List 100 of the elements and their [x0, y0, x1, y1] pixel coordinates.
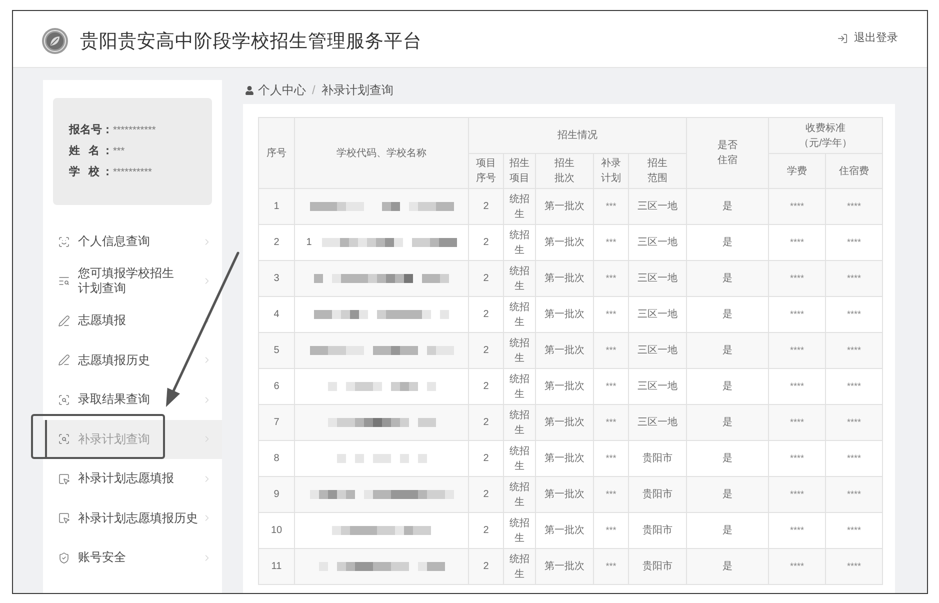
table-cell: 第一批次	[536, 296, 594, 332]
table-cell: ****	[768, 332, 826, 368]
table-cell: ****	[826, 296, 882, 332]
table-cell: 统招生	[504, 404, 536, 440]
breadcrumb-link[interactable]: 个人中心	[258, 81, 306, 99]
round-logo-icon	[42, 28, 68, 54]
table-cell: 三区一地	[628, 332, 686, 368]
column-header: 学校代码、学校名称	[294, 118, 468, 188]
table-cell: ****	[768, 368, 826, 404]
school-code-text: 1	[306, 236, 312, 250]
table-cell: ****	[768, 296, 826, 332]
column-header: 是否住宿	[686, 118, 768, 188]
profile-value: ***	[113, 145, 125, 159]
table-cell: 3	[258, 260, 294, 296]
table-cell: 2	[468, 296, 504, 332]
profile-label: 报名号：	[69, 122, 113, 138]
table-cell: ****	[768, 476, 826, 512]
table-cell: ***	[594, 368, 628, 404]
table-cell: 是	[686, 368, 768, 404]
column-header: 收费标准（元/学年）	[768, 118, 882, 154]
scan-search-icon	[58, 433, 70, 446]
table-cell: 7	[258, 404, 294, 440]
table-cell: 统招生	[504, 440, 536, 476]
table-cell: 统招生	[504, 512, 536, 548]
logout-button[interactable]: 退出登录	[837, 30, 898, 46]
table-cell: 统招生	[504, 296, 536, 332]
table-cell: 是	[686, 332, 768, 368]
table-cell: 统招生	[504, 548, 536, 584]
table-cell: 三区一地	[628, 368, 686, 404]
scan-face-icon	[58, 236, 70, 248]
table-cell: ****	[826, 224, 882, 260]
table-cell: ***	[594, 296, 628, 332]
column-header: 招生范围	[628, 154, 686, 188]
profile-value: ***********	[113, 124, 156, 138]
person-icon	[245, 86, 254, 94]
table-cell: 三区一地	[628, 296, 686, 332]
table-cell: 贵阳市	[628, 440, 686, 476]
table-cell: 5	[258, 332, 294, 368]
table-cell: 2	[258, 224, 294, 260]
pen-line-icon	[58, 314, 70, 327]
table-cell: ****	[826, 476, 882, 512]
table-cell: ****	[768, 404, 826, 440]
table-cell: 统招生	[504, 224, 536, 260]
table-cell: 贵阳市	[628, 512, 686, 548]
table-cell: 是	[686, 548, 768, 584]
table-cell: 统招生	[504, 368, 536, 404]
table-cell: 4	[258, 296, 294, 332]
table-cell: ****	[768, 440, 826, 476]
table-cell: 第一批次	[536, 476, 594, 512]
scan-search-icon	[58, 394, 70, 406]
table-cell: ***	[594, 440, 628, 476]
table-cell: ****	[826, 512, 882, 548]
table-cell: ***	[594, 404, 628, 440]
column-header: 项目序号	[468, 154, 504, 188]
site-title: 贵阳贵安高中阶段学校招生管理服务平台	[80, 29, 422, 54]
column-header: 学费	[768, 154, 826, 188]
arrow-bracket-icon	[837, 32, 848, 44]
table-cell: ****	[826, 404, 882, 440]
profile-label: 姓 名：	[69, 144, 113, 160]
table-cell: 第一批次	[536, 512, 594, 548]
table-cell: 第一批次	[536, 404, 594, 440]
table-cell: 三区一地	[628, 260, 686, 296]
table-cell: 10	[258, 512, 294, 548]
table-cell: ****	[826, 548, 882, 584]
table-cell: 贵阳市	[628, 476, 686, 512]
table-cell: 第一批次	[536, 224, 594, 260]
table-cell: 是	[686, 404, 768, 440]
table-cell: 11	[258, 548, 294, 584]
table-cell: 第一批次	[536, 260, 594, 296]
column-header: 住宿费	[826, 154, 882, 188]
table-cell: ****	[768, 548, 826, 584]
table-cell: ***	[594, 260, 628, 296]
table-cell: 2	[468, 332, 504, 368]
table-cell: ****	[826, 188, 882, 224]
table-cell: ***	[594, 188, 628, 224]
table-cell: ***	[594, 476, 628, 512]
column-header: 补录计划	[594, 154, 628, 188]
table-cell: 三区一地	[628, 404, 686, 440]
table-cell: ****	[826, 332, 882, 368]
table-cell: 2	[468, 404, 504, 440]
table-cell: 6	[258, 368, 294, 404]
table-cell: 1	[258, 188, 294, 224]
table-cell: 8	[258, 440, 294, 476]
table-cell: 是	[686, 188, 768, 224]
table-cell: ****	[768, 224, 826, 260]
column-header: 招生项目	[504, 154, 536, 188]
table-cell: 第一批次	[536, 440, 594, 476]
table-cell: 三区一地	[628, 188, 686, 224]
shield-check-icon	[58, 552, 70, 564]
table-cell: ****	[768, 188, 826, 224]
table-cell: ***	[594, 224, 628, 260]
table-cell: 2	[468, 440, 504, 476]
table-cell: 9	[258, 476, 294, 512]
table-cell: 2	[468, 512, 504, 548]
column-header: 招生情况	[468, 118, 686, 154]
table-cell: ***	[594, 512, 628, 548]
table-cell: 是	[686, 296, 768, 332]
table-cell: 第一批次	[536, 332, 594, 368]
column-header: 序号	[258, 118, 294, 188]
table-cell: 是	[686, 476, 768, 512]
